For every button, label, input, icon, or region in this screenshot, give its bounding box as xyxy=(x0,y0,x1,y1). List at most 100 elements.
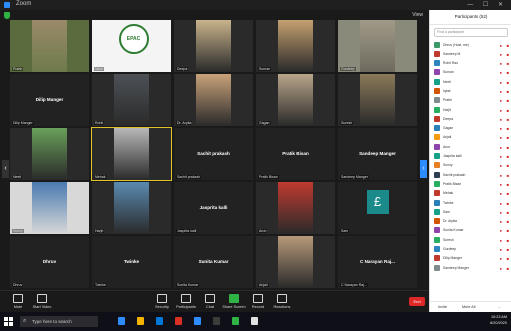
participant-row[interactable]: Gagan ● ■ xyxy=(430,124,511,133)
participant-video-tile[interactable]: Arun xyxy=(256,182,335,234)
participant-video-tile[interactable]: Pratik Bisan Pratik Bisan xyxy=(256,128,335,180)
participant-video-tile[interactable]: Sachit prakash Sachit prakash xyxy=(174,128,253,180)
taskbar-app-icon[interactable] xyxy=(194,317,201,325)
participant-row[interactable]: Sachit prakash ● ■ xyxy=(430,170,511,179)
taskbar-app-icon[interactable] xyxy=(156,317,163,325)
encryption-shield-icon[interactable] xyxy=(4,12,10,19)
system-tray-clock[interactable]: 10:23 AM 8/20/2020 xyxy=(490,315,507,326)
security-button[interactable]: Security xyxy=(150,294,174,309)
participant-name-caption: Sam xyxy=(340,229,350,233)
participant-row[interactable]: Sandeep M ● ■ xyxy=(430,49,511,58)
taskbar-app-icon[interactable] xyxy=(137,317,144,325)
chat-button[interactable]: Chat xyxy=(198,294,222,309)
participant-row[interactable]: Prabh ● ■ xyxy=(430,96,511,105)
muted-microphone-icon: ● xyxy=(499,265,502,271)
windows-start-icon[interactable] xyxy=(4,317,13,326)
participant-row[interactable]: Dr. Arpita ● ■ xyxy=(430,217,511,226)
participant-row[interactable]: Neeti ● ■ xyxy=(430,77,511,86)
previous-page-icon[interactable]: ‹ xyxy=(2,160,9,178)
muted-microphone-icon: ● xyxy=(499,88,502,94)
participant-row[interactable]: Suresh ● ■ xyxy=(430,235,511,244)
view-button[interactable]: View xyxy=(412,12,423,18)
participant-name: Suresh xyxy=(443,237,454,242)
participant-video-tile[interactable]: £ Sam xyxy=(338,182,417,234)
participant-row[interactable]: Pratik Bisan ● ■ xyxy=(430,179,511,188)
mute-button[interactable]: Mute xyxy=(6,294,30,309)
end-meeting-button[interactable]: End xyxy=(409,297,425,306)
participant-video-tile[interactable]: Prabh xyxy=(10,20,89,72)
participant-video-tile[interactable]: C Narayan Raj... C Narayan Raj... xyxy=(338,236,417,288)
next-page-icon[interactable]: › xyxy=(420,160,427,178)
taskbar-app-icon[interactable] xyxy=(251,317,258,325)
participant-row[interactable]: Arun ● ■ xyxy=(430,142,511,151)
participant-display-name: Twinke xyxy=(123,259,140,265)
participant-video-tile[interactable]: Twinke Twinke xyxy=(92,236,171,288)
participant-video-tile[interactable]: Anjali xyxy=(256,236,335,288)
taskbar-app-icon[interactable] xyxy=(213,317,220,325)
participant-video-tile[interactable]: Gagan xyxy=(256,74,335,126)
mute-all-button[interactable]: Mute All xyxy=(462,305,476,309)
taskbar-search-input[interactable]: ⌕ Type here to search xyxy=(20,316,98,327)
participant-video-tile[interactable]: Dilip Manger Dilip Manger xyxy=(10,74,89,126)
participant-video-tile[interactable]: Dhruv Dhruv xyxy=(10,236,89,288)
participant-video-tile[interactable]: Mehak xyxy=(91,127,172,181)
taskbar-app-icon[interactable] xyxy=(175,317,182,325)
participant-avatar xyxy=(434,78,440,85)
participant-row[interactable]: Sam ● ■ xyxy=(430,207,511,216)
participant-video-tile[interactable]: Dr. Arpita xyxy=(174,74,253,126)
participant-video-tile[interactable]: Sunita Kumar Sunita Kumar xyxy=(174,236,253,288)
participant-video-tile[interactable]: Deepa xyxy=(174,20,253,72)
participant-row[interactable]: Deepa ● ■ xyxy=(430,114,511,123)
participant-row[interactable]: Dhruv (Host, me) ● ■ xyxy=(430,40,511,49)
participant-name-caption: Iqbal xyxy=(94,67,104,71)
video-off-icon: ■ xyxy=(506,228,509,234)
participant-video-tile[interactable]: Rohit xyxy=(92,74,171,126)
participant-row[interactable]: Sandeep Manger ● ■ xyxy=(430,263,511,272)
video-off-icon: ■ xyxy=(506,247,509,253)
more-options-button[interactable]: ... xyxy=(498,305,501,309)
participant-row[interactable]: Suman ● ■ xyxy=(430,68,511,77)
participant-name-caption: C Narayan Raj... xyxy=(340,283,368,287)
start-video-button[interactable]: Start Video xyxy=(30,294,54,309)
participant-video-tile[interactable]: Neeti xyxy=(10,128,89,180)
reactions-button[interactable]: Reactions xyxy=(270,294,294,309)
taskbar-app-icon[interactable] xyxy=(232,317,239,325)
muted-microphone-icon: ● xyxy=(499,181,502,187)
share-screen-button[interactable]: Share Screen xyxy=(222,294,246,309)
participant-video-tile[interactable]: Jasprita kalli Jasprita kalli xyxy=(174,182,253,234)
participant-name: Arun xyxy=(443,144,451,149)
participant-video-tile[interactable]: Gurdeep xyxy=(338,20,417,72)
video-off-icon: ■ xyxy=(506,237,509,243)
control-label: Start Video xyxy=(32,305,52,309)
participant-name-caption: Neeti xyxy=(12,175,23,179)
participant-row[interactable]: Iqbal ● ■ xyxy=(430,86,511,95)
participant-row[interactable]: Sunny ● ■ xyxy=(430,161,511,170)
participant-video-tile[interactable]: Harjit xyxy=(92,182,171,234)
video-off-icon: ■ xyxy=(506,61,509,67)
participant-row[interactable]: Dilip Manger ● ■ xyxy=(430,254,511,263)
participant-row[interactable]: Rohit Rao ● ■ xyxy=(430,59,511,68)
participant-name: Dr. Arpita xyxy=(443,219,457,224)
video-off-icon: ■ xyxy=(506,256,509,262)
video-feed xyxy=(196,20,231,72)
participant-display-name: Pratik Bisan xyxy=(282,151,309,157)
participant-video-tile[interactable]: Suresh xyxy=(338,74,417,126)
participant-row[interactable]: Sunita Kumar ● ■ xyxy=(430,226,511,235)
taskbar-app-icon[interactable] xyxy=(118,317,125,325)
window-controls[interactable]: — ☐ ✕ xyxy=(467,1,507,8)
participant-search-input[interactable]: Find a participant xyxy=(434,28,508,37)
record-button[interactable]: Record xyxy=(246,294,270,309)
participant-video-tile[interactable]: EPAC Iqbal xyxy=(92,20,171,72)
participant-name: Neeti xyxy=(443,79,451,84)
participant-video-tile[interactable]: Sunny xyxy=(10,182,89,234)
participant-row[interactable]: Harjit ● ■ xyxy=(430,105,511,114)
invite-button[interactable]: Invite xyxy=(438,305,447,309)
participant-row[interactable]: Twinke ● ■ xyxy=(430,198,511,207)
participant-row[interactable]: Jasprita kalli ● ■ xyxy=(430,152,511,161)
participant-video-tile[interactable]: Sandeep Manger Sandeep Manger xyxy=(338,128,417,180)
participant-video-tile[interactable]: Suman xyxy=(256,20,335,72)
participant-row[interactable]: Anjali ● ■ xyxy=(430,133,511,142)
participant-row[interactable]: Gurdeep ● ■ xyxy=(430,245,511,254)
participants-button[interactable]: Participants xyxy=(174,294,198,309)
participant-row[interactable]: Mehak ● ■ xyxy=(430,189,511,198)
